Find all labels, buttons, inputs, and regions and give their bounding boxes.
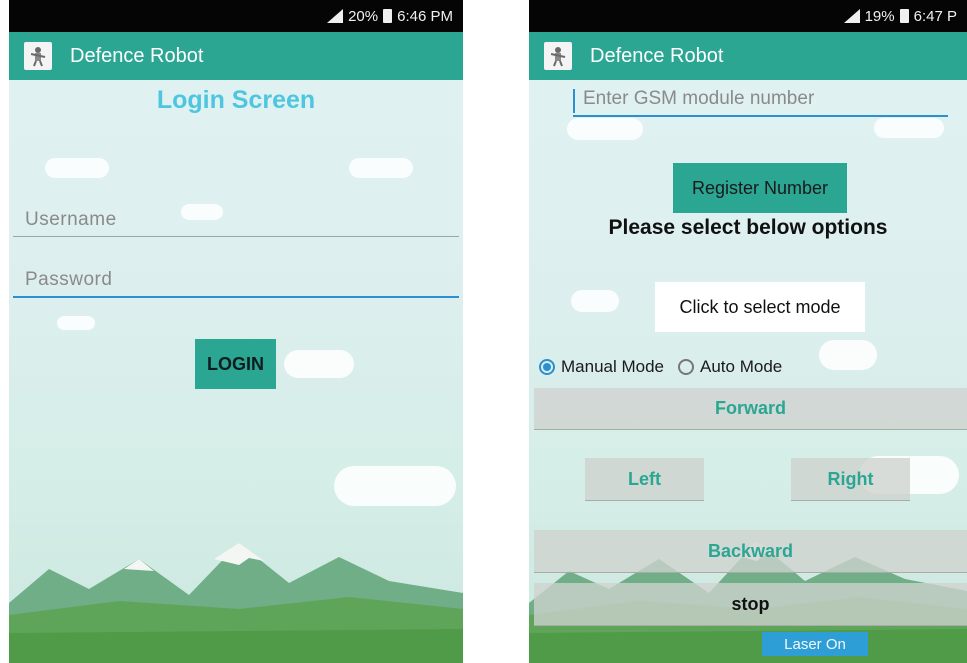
app-title: Defence Robot <box>70 44 204 67</box>
cloud <box>819 340 877 370</box>
app-title: Defence Robot <box>590 44 724 67</box>
cloud <box>57 316 95 330</box>
auto-mode-label[interactable]: Auto Mode <box>700 357 782 377</box>
cloud <box>349 158 413 178</box>
mode-radio-group: Manual Mode Auto Mode <box>539 357 790 377</box>
clock: 6:47 P <box>913 7 957 25</box>
battery-icon <box>899 9 909 23</box>
cloud <box>284 350 354 378</box>
cloud <box>567 118 643 140</box>
cloud <box>874 118 944 138</box>
app-bar: Defence Robot <box>529 32 967 80</box>
backward-button[interactable]: Backward <box>534 530 967 573</box>
left-button[interactable]: Left <box>585 458 704 501</box>
manual-mode-label[interactable]: Manual Mode <box>561 357 664 377</box>
username-field[interactable]: Username <box>13 209 459 237</box>
battery-percent: 20% <box>348 7 379 25</box>
status-bar: 19% 6:47 P <box>529 0 967 32</box>
mountain-scenery <box>9 543 463 663</box>
clock: 6:46 PM <box>397 7 453 25</box>
login-button[interactable]: LOGIN <box>195 339 276 389</box>
battery-icon <box>383 9 393 23</box>
manual-mode-radio[interactable] <box>539 359 555 375</box>
text-cursor <box>573 89 575 113</box>
page-title: Login Screen <box>156 86 316 114</box>
cloud <box>334 466 456 506</box>
battery-percent: 19% <box>864 7 895 25</box>
options-heading: Please select below options <box>608 216 888 239</box>
robot-icon <box>544 42 572 70</box>
stop-button[interactable]: stop <box>534 583 967 626</box>
signal-icon <box>327 9 344 23</box>
robot-icon <box>24 42 52 70</box>
gsm-number-input[interactable]: Enter GSM module number <box>573 88 948 117</box>
auto-mode-radio[interactable] <box>678 359 695 375</box>
cloud <box>571 290 619 312</box>
status-bar: 20% 6:46 PM <box>9 0 463 32</box>
control-screen: 19% 6:47 P Defence Robot Enter GSM modul… <box>529 0 967 663</box>
cloud <box>45 158 109 178</box>
select-mode-button[interactable]: Click to select mode <box>655 282 865 332</box>
password-field[interactable]: Password <box>13 269 459 298</box>
register-number-button[interactable]: Register Number <box>673 163 847 213</box>
signal-icon <box>843 9 860 23</box>
app-bar: Defence Robot <box>9 32 463 80</box>
gsm-placeholder: Enter GSM module number <box>583 88 815 109</box>
right-button[interactable]: Right <box>791 458 910 501</box>
forward-button[interactable]: Forward <box>534 388 967 430</box>
login-screen: 20% 6:46 PM Defence Robot Login Screen U… <box>9 0 463 663</box>
laser-on-button[interactable]: Laser On <box>762 632 868 656</box>
